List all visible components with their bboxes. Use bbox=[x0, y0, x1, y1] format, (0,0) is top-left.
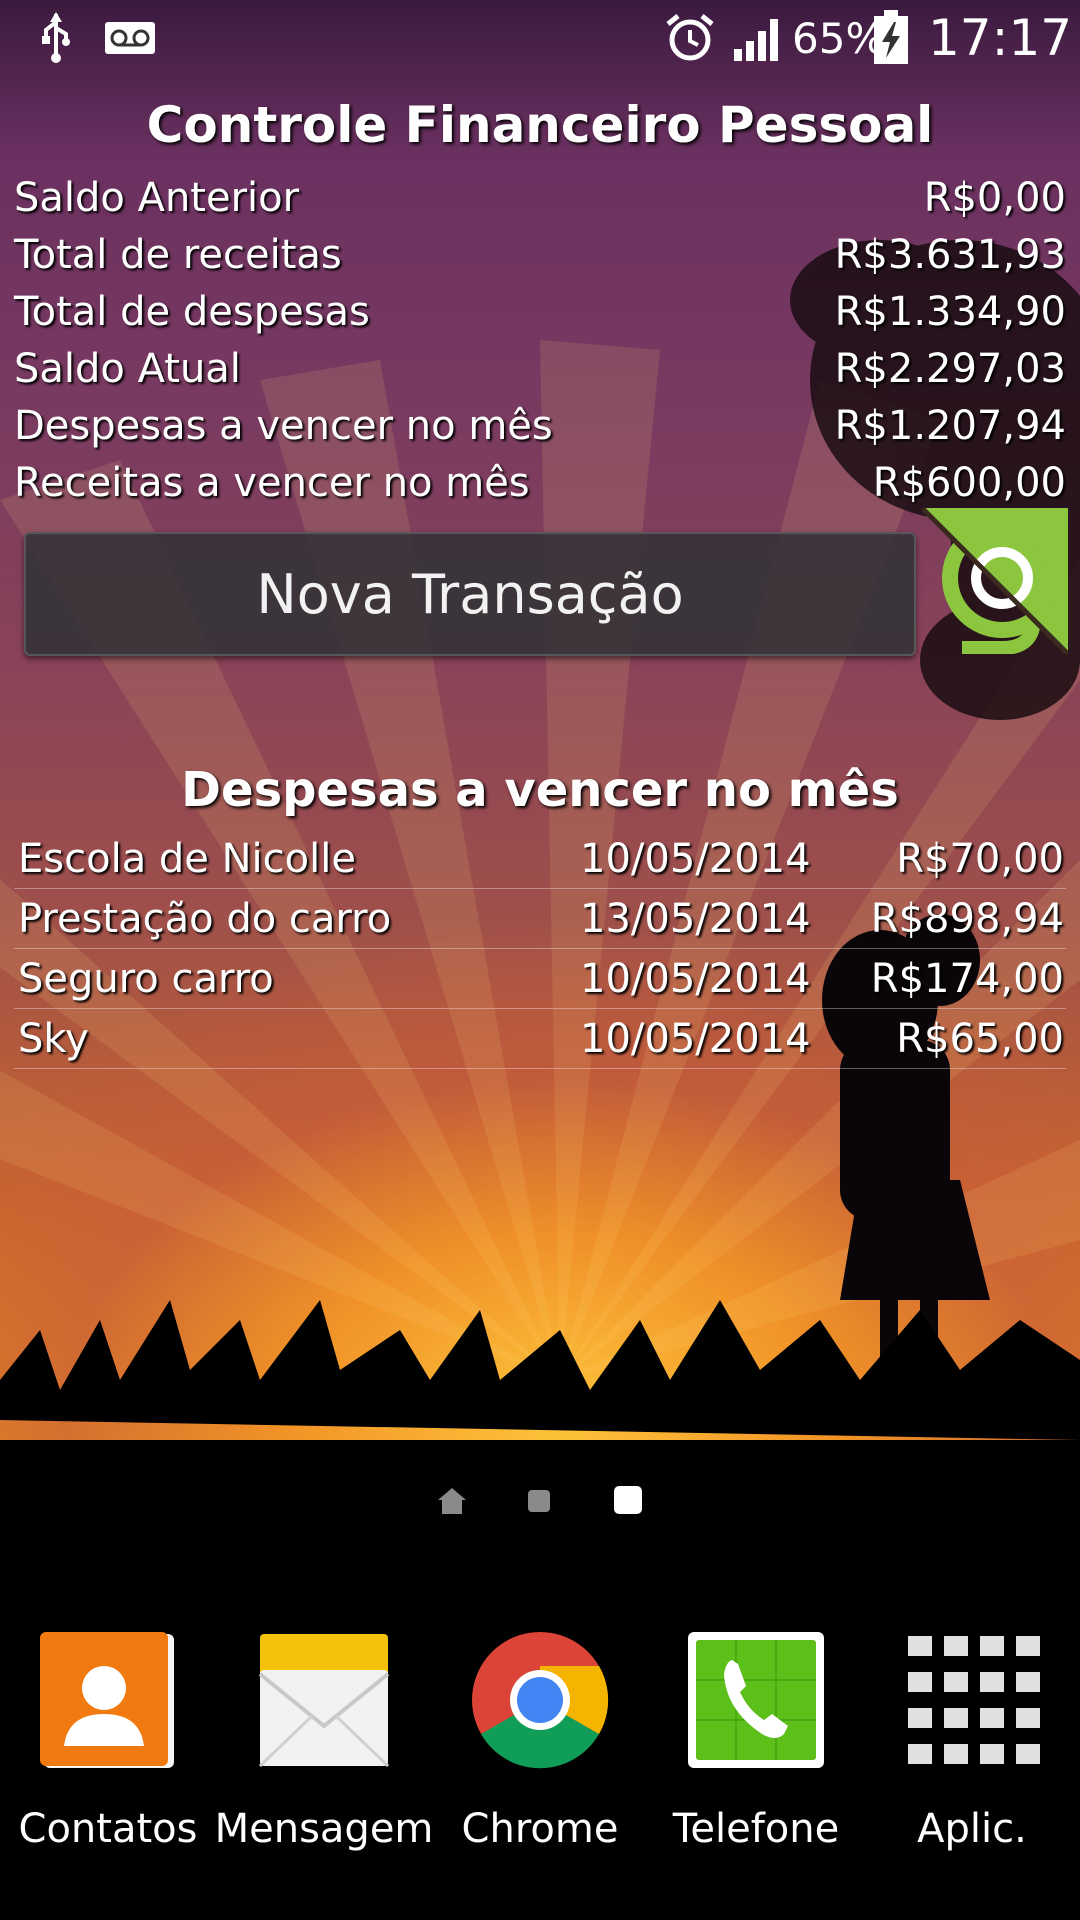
usb-icon bbox=[38, 0, 74, 76]
expense-amount: R$174,00 bbox=[870, 956, 1064, 1002]
summary-row-saldo-atual: Saldo Atual R$2.297,03 bbox=[14, 341, 1066, 397]
apps-grid-icon bbox=[902, 1630, 1042, 1770]
summary-label: Receitas a vencer no mês bbox=[14, 460, 530, 506]
expense-amount: R$65,00 bbox=[896, 1016, 1064, 1062]
voicemail-icon bbox=[104, 0, 156, 76]
summary-value: R$0,00 bbox=[923, 175, 1066, 221]
home-page-indicator-icon[interactable] bbox=[438, 1488, 466, 1514]
summary-value: R$1.207,94 bbox=[834, 403, 1066, 449]
summary-label: Saldo Atual bbox=[14, 346, 241, 392]
page-dot[interactable] bbox=[528, 1490, 550, 1512]
dock-label: Contatos bbox=[18, 1806, 198, 1852]
summary-row-despesas-a-vencer: Despesas a vencer no mês R$1.207,94 bbox=[14, 398, 1066, 454]
app-logo-icon[interactable] bbox=[920, 506, 1070, 656]
page-dot-active[interactable] bbox=[614, 1486, 642, 1514]
dock-label: Mensagem bbox=[214, 1806, 434, 1852]
summary-value: R$2.297,03 bbox=[834, 346, 1066, 392]
contacts-icon bbox=[38, 1630, 178, 1770]
expense-name: Seguro carro bbox=[18, 956, 274, 1002]
expense-name: Escola de Nicolle bbox=[18, 836, 356, 882]
widget-title: Controle Financeiro Pessoal bbox=[146, 96, 934, 154]
summary-label: Saldo Anterior bbox=[14, 175, 300, 221]
expense-row[interactable]: Sky 10/05/2014 R$65,00 bbox=[14, 1010, 1066, 1069]
expense-amount: R$70,00 bbox=[896, 836, 1064, 882]
expense-row[interactable]: Prestação do carro 13/05/2014 R$898,94 bbox=[14, 890, 1066, 949]
page-indicator[interactable] bbox=[0, 1484, 1080, 1520]
summary-value: R$3.631,93 bbox=[834, 232, 1066, 278]
clock: 17:17 bbox=[928, 9, 1073, 67]
battery-charging-icon bbox=[872, 0, 910, 76]
dock-chrome[interactable]: Chrome bbox=[432, 1630, 648, 1852]
summary-label: Total de despesas bbox=[14, 289, 370, 335]
expense-row[interactable]: Escola de Nicolle 10/05/2014 R$70,00 bbox=[14, 830, 1066, 889]
summary-value: R$1.334,90 bbox=[834, 289, 1066, 335]
new-transaction-button[interactable]: Nova Transação bbox=[24, 532, 916, 656]
dock-label: Telefone bbox=[672, 1806, 840, 1852]
summary-value: R$600,00 bbox=[872, 460, 1066, 506]
expense-name: Sky bbox=[18, 1016, 89, 1062]
phone-icon bbox=[686, 1630, 826, 1770]
expense-date: 10/05/2014 bbox=[580, 1016, 811, 1062]
signal-icon bbox=[734, 0, 782, 76]
expense-row[interactable]: Seguro carro 10/05/2014 R$174,00 bbox=[14, 950, 1066, 1009]
summary-label: Despesas a vencer no mês bbox=[14, 403, 553, 449]
dock-label: Aplic. bbox=[917, 1806, 1027, 1852]
summary-row-total-receitas: Total de receitas R$3.631,93 bbox=[14, 227, 1066, 283]
dock-phone[interactable]: Telefone bbox=[648, 1630, 864, 1852]
status-bar: 65% 17:17 bbox=[0, 0, 1080, 76]
expense-name: Prestação do carro bbox=[18, 896, 392, 942]
summary-row-receitas-a-vencer: Receitas a vencer no mês R$600,00 bbox=[14, 455, 1066, 511]
message-icon bbox=[254, 1630, 394, 1770]
expense-date: 10/05/2014 bbox=[580, 956, 811, 1002]
summary-label: Total de receitas bbox=[14, 232, 342, 278]
dock-label: Chrome bbox=[461, 1806, 619, 1852]
expense-amount: R$898,94 bbox=[870, 896, 1064, 942]
alarm-icon bbox=[664, 0, 716, 76]
expense-date: 13/05/2014 bbox=[580, 896, 811, 942]
dock-messages[interactable]: Mensagem bbox=[214, 1630, 434, 1852]
chrome-icon bbox=[470, 1630, 610, 1770]
summary-row-saldo-anterior: Saldo Anterior R$0,00 bbox=[14, 170, 1066, 226]
expense-date: 10/05/2014 bbox=[580, 836, 811, 882]
summary-row-total-despesas: Total de despesas R$1.334,90 bbox=[14, 284, 1066, 340]
dock-apps[interactable]: Aplic. bbox=[864, 1630, 1080, 1852]
dock-contacts[interactable]: Contatos bbox=[0, 1630, 216, 1852]
expenses-section-title: Despesas a vencer no mês bbox=[181, 762, 899, 818]
